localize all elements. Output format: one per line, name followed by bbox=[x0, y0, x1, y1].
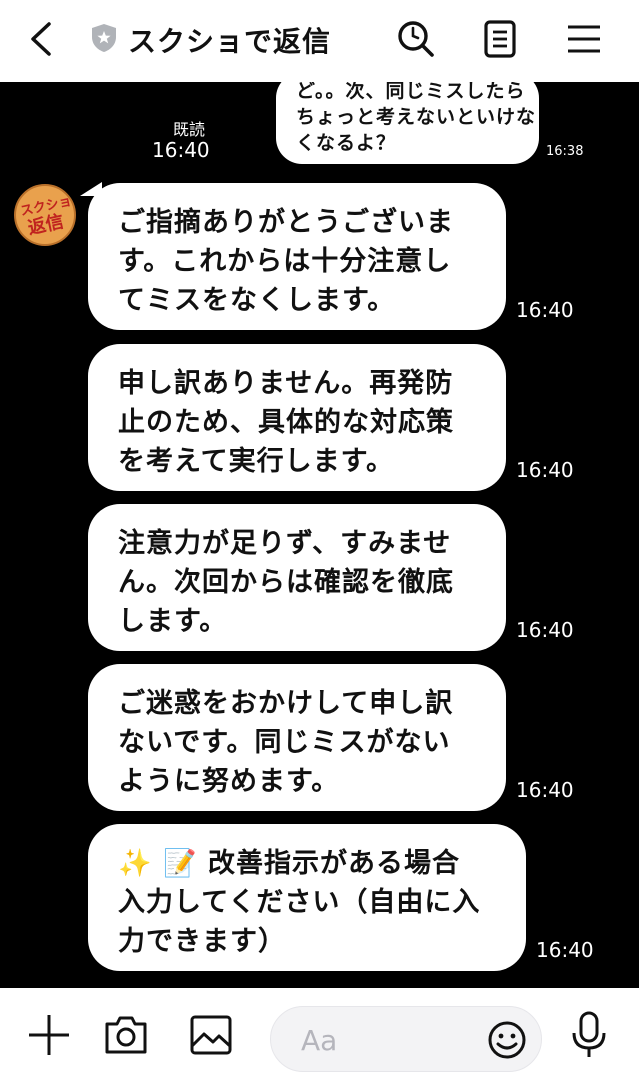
back-icon[interactable] bbox=[20, 17, 64, 61]
message-time: 16:40 bbox=[516, 778, 574, 802]
image-icon[interactable] bbox=[186, 1010, 236, 1060]
sent-message-line: ど。。次、同じミスしたら bbox=[296, 82, 526, 102]
message-line: を考えて実行します。 bbox=[118, 446, 394, 477]
message-line: します。 bbox=[118, 606, 228, 637]
message-bubble[interactable]: ご迷惑をおかけして申し訳 ないです。同じミスがない ように努めます。 bbox=[88, 664, 506, 811]
message-line: ないです。同じミスがない bbox=[118, 727, 451, 758]
avatar-logo-text: スクショ 返信 bbox=[19, 193, 74, 240]
message-line: ご迷惑をおかけして申し訳 bbox=[118, 688, 454, 719]
search-icon[interactable] bbox=[394, 17, 438, 61]
sent-message-line: くなるよ？ bbox=[296, 132, 397, 154]
read-time: 16:40 bbox=[152, 138, 210, 162]
message-bubble[interactable]: 注意力が足りず、すみませ ん。次回からは確認を徹底 します。 bbox=[88, 504, 506, 651]
message-line: 注意力が足りず、すみませ bbox=[118, 528, 452, 559]
microphone-icon[interactable] bbox=[564, 1010, 614, 1060]
notes-icon[interactable] bbox=[478, 17, 522, 61]
message-input-placeholder: Aa bbox=[301, 1024, 338, 1057]
avatar[interactable]: スクショ 返信 bbox=[14, 184, 76, 246]
message-bubble[interactable]: ✨ 📝 改善指示がある場合 入力してください（自由に入 力できます） bbox=[88, 824, 526, 971]
menu-icon[interactable] bbox=[562, 17, 606, 61]
emoji-icon[interactable] bbox=[487, 1020, 527, 1060]
input-bar: Aa bbox=[0, 988, 639, 1090]
message-line: ご指摘ありがとうございま bbox=[118, 207, 454, 238]
sent-message-time: 16:38 bbox=[546, 144, 584, 159]
message-time: 16:40 bbox=[516, 298, 574, 322]
chat-title-group[interactable]: スクショで返信 bbox=[90, 18, 331, 62]
chat-title: スクショで返信 bbox=[128, 25, 332, 58]
message-line: 入力してください（自由に入 bbox=[118, 887, 481, 918]
message-line: す。これからは十分注意し bbox=[118, 246, 452, 277]
message-bubble[interactable]: ご指摘ありがとうございま す。これからは十分注意し てミスをなくします。 bbox=[88, 183, 506, 330]
sent-message-line: ちょっと考えないといけな bbox=[296, 106, 537, 128]
message-line: てミスをなくします。 bbox=[118, 285, 396, 316]
message-bubble[interactable]: 申し訳ありません。再発防 止のため、具体的な対応策 を考えて実行します。 bbox=[88, 344, 506, 491]
plus-icon[interactable] bbox=[24, 1010, 74, 1060]
chat-area[interactable]: ど。。次、同じミスしたら ちょっと考えないといけな くなるよ？ 16:38 既読… bbox=[0, 82, 639, 988]
message-line: 力できます） bbox=[118, 926, 286, 957]
message-line: ように努めます。 bbox=[118, 766, 340, 797]
camera-icon[interactable] bbox=[101, 1010, 151, 1060]
message-line: 止のため、具体的な対応策 bbox=[118, 407, 454, 438]
official-shield-icon bbox=[90, 23, 118, 57]
message-time: 16:40 bbox=[516, 618, 574, 642]
message-line: 申し訳ありません。再発防 bbox=[118, 368, 454, 399]
chat-header: スクショで返信 bbox=[0, 0, 639, 82]
read-status: 既読 bbox=[173, 120, 206, 139]
message-line: ✨ 📝 改善指示がある場合 bbox=[118, 848, 461, 879]
message-time: 16:40 bbox=[516, 458, 574, 482]
message-line: ん。次回からは確認を徹底 bbox=[118, 567, 454, 598]
message-input[interactable]: Aa bbox=[270, 1006, 542, 1072]
sent-message-bubble[interactable]: ど。。次、同じミスしたら ちょっと考えないといけな くなるよ？ bbox=[276, 82, 539, 164]
message-time: 16:40 bbox=[536, 938, 594, 962]
